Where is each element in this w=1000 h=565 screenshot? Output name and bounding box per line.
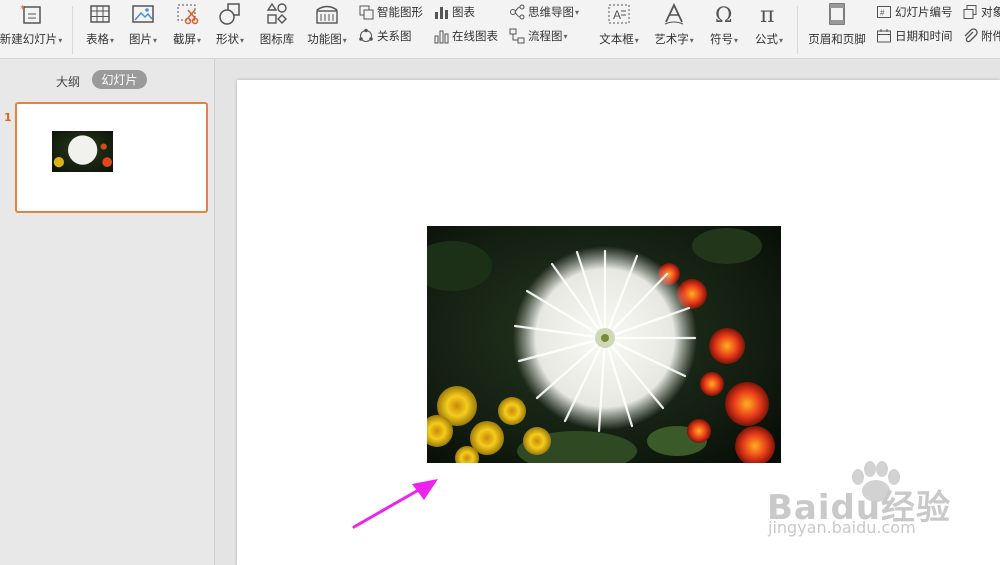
header-footer-label: 页眉和页脚 [808, 32, 866, 46]
flower-image[interactable] [427, 226, 781, 463]
new-slide-button[interactable]: * 新建幻灯片▾ [0, 0, 66, 58]
picture-label: 图片 [128, 32, 152, 46]
date-time-label: 日期和时间 [895, 29, 953, 43]
paperclip-icon [962, 28, 978, 44]
shapes-label: 形状 [215, 32, 239, 46]
symbol-button[interactable]: Ω 符号▾ [706, 0, 742, 58]
chevron-down-icon: ▾ [109, 36, 114, 45]
chevron-down-icon: ▾ [239, 36, 244, 45]
new-slide-icon: * [19, 1, 43, 27]
svg-text:A: A [613, 8, 621, 22]
slide-thumbnail[interactable] [15, 102, 208, 213]
bar-chart-icon [433, 4, 449, 20]
tab-outline[interactable]: 大纲 [56, 73, 80, 90]
omega-icon: Ω [712, 1, 736, 27]
relation-diagram-label: 关系图 [377, 29, 412, 43]
icon-library-label: 图标库 [259, 32, 295, 46]
formula-button[interactable]: π 公式▾ [750, 0, 788, 58]
chart-button[interactable]: 图表 [433, 3, 475, 21]
shapes-icon [218, 1, 242, 27]
chevron-down-icon: ▾ [563, 31, 568, 41]
icon-library-button[interactable]: 图标库 [257, 0, 297, 58]
chevron-down-icon: ▾ [634, 36, 639, 45]
function-diagram-icon [314, 1, 340, 27]
slide-number-button[interactable]: # 幻灯片编号 [876, 3, 953, 21]
pi-icon: π [757, 1, 781, 27]
text-box-button[interactable]: A 文本框▾ [594, 0, 644, 58]
flowchart-button[interactable]: 流程图 ▾ [509, 27, 568, 45]
flowchart-icon [509, 28, 525, 44]
svg-text:#: # [880, 9, 885, 18]
slide-number: 1 [4, 111, 12, 124]
divider [797, 6, 798, 54]
svg-text:*: * [20, 4, 25, 15]
svg-text:π: π [760, 3, 774, 26]
online-chart-button[interactable]: 在线图表 [433, 27, 498, 45]
picture-icon [131, 1, 155, 27]
chevron-down-icon: ▾ [575, 7, 580, 17]
relation-diagram-icon [358, 28, 374, 44]
text-box-icon: A [607, 1, 631, 27]
formula-label: 公式 [754, 32, 778, 46]
scissors-icon [175, 1, 199, 27]
slides-panel: 大纲 幻灯片 1 [0, 59, 215, 565]
smart-art-label: 智能图形 [377, 5, 423, 19]
header-footer-icon [825, 1, 849, 27]
symbol-label: 符号 [709, 32, 733, 46]
chart-label: 图表 [452, 5, 475, 19]
slide-number-label: 幻灯片编号 [895, 5, 953, 19]
attachment-label: 附件 [981, 29, 1000, 43]
table-label: 表格 [85, 32, 109, 46]
word-art-label: 艺术字 [654, 32, 689, 46]
relation-diagram-button[interactable]: 关系图 [358, 27, 412, 45]
chevron-down-icon: ▾ [196, 36, 201, 45]
function-diagram-button[interactable]: 功能图▾ [303, 0, 351, 58]
online-chart-label: 在线图表 [452, 29, 498, 43]
watermark-url: jingyan.baidu.com [768, 518, 916, 537]
attachment-button[interactable]: 附件 [962, 27, 1000, 45]
table-icon [88, 1, 112, 27]
ribbon-toolbar: * 新建幻灯片▾ 表格▾ 图片▾ 截屏▾ 形状▾ 图标库 功能图▾ 智能图形 关… [0, 0, 1000, 59]
chevron-down-icon: ▾ [733, 36, 738, 45]
icon-library-icon [265, 1, 289, 27]
new-slide-label: 新建幻灯片 [0, 32, 58, 46]
smart-art-button[interactable]: 智能图形 [358, 3, 423, 21]
chevron-down-icon: ▾ [152, 36, 157, 45]
object-icon [962, 4, 978, 20]
screenshot-button[interactable]: 截屏▾ [169, 0, 205, 58]
mind-map-button[interactable]: 思维导图 ▾ [509, 3, 579, 21]
svg-text:Ω: Ω [715, 3, 732, 26]
slide-number-icon: # [876, 4, 892, 20]
tab-slides[interactable]: 幻灯片 [92, 70, 147, 89]
object-button[interactable]: 对象 [962, 3, 1000, 21]
online-chart-icon [433, 28, 449, 44]
shapes-button[interactable]: 形状▾ [212, 0, 248, 58]
chevron-down-icon: ▾ [342, 36, 347, 45]
date-time-button[interactable]: 日期和时间 [876, 27, 953, 45]
chevron-down-icon: ▾ [778, 36, 783, 45]
mind-map-label: 思维导图 [528, 5, 574, 19]
text-box-label: 文本框 [599, 32, 634, 46]
flowchart-label: 流程图 [528, 29, 563, 43]
screenshot-label: 截屏 [172, 32, 196, 46]
object-label: 对象 [981, 5, 1000, 19]
calendar-icon [876, 28, 892, 44]
chevron-down-icon: ▾ [689, 36, 694, 45]
annotation-arrow-icon [352, 479, 438, 529]
table-button[interactable]: 表格▾ [82, 0, 118, 58]
mind-map-icon [509, 4, 525, 20]
function-diagram-label: 功能图 [307, 32, 342, 46]
word-art-icon [662, 1, 686, 27]
chevron-down-icon: ▾ [58, 36, 63, 45]
thumbnail-flower-image [52, 131, 113, 172]
smart-art-icon [358, 4, 374, 20]
header-footer-button[interactable]: 页眉和页脚 [805, 0, 869, 58]
divider [72, 6, 73, 54]
picture-button[interactable]: 图片▾ [125, 0, 161, 58]
word-art-button[interactable]: 艺术字▾ [650, 0, 698, 58]
